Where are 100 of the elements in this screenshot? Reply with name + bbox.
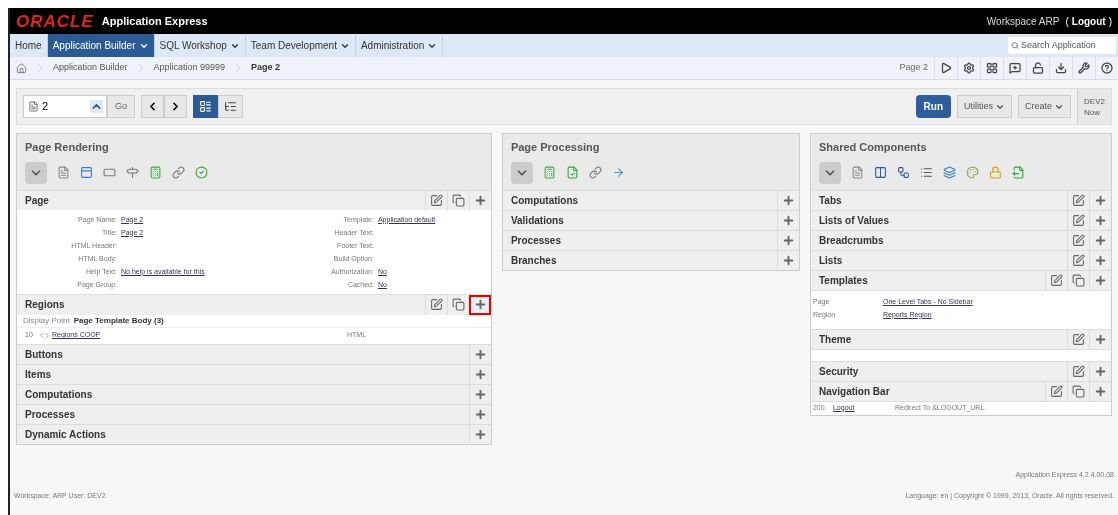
home-icon[interactable] [16, 62, 27, 74]
flow-icon[interactable] [896, 166, 910, 179]
product-name: Application Express [101, 13, 208, 29]
session-text: DEV2 [1084, 95, 1105, 107]
view-mode-button[interactable] [193, 95, 218, 118]
list-icon[interactable] [919, 166, 933, 179]
plus-icon [1094, 365, 1107, 378]
comment-icon[interactable] [1009, 62, 1021, 74]
utilities-button[interactable]: Utilities [957, 95, 1013, 118]
tree-icon [224, 100, 237, 113]
section-title[interactable]: Lists of Values [810, 212, 1067, 228]
page-field[interactable]: 2 [23, 95, 107, 118]
section-title[interactable]: Regions [17, 296, 425, 312]
previous-button[interactable] [141, 95, 164, 118]
section-title[interactable]: Page [17, 192, 425, 208]
plus-icon [473, 388, 487, 401]
section-title[interactable]: Computations [17, 386, 469, 402]
signpost-icon[interactable] [126, 166, 139, 179]
section-title[interactable]: Buttons [17, 346, 469, 362]
copy-icon [451, 194, 465, 207]
edit-icon [1050, 274, 1063, 287]
section-title[interactable]: Computations [502, 192, 777, 208]
download-icon[interactable] [1055, 62, 1067, 74]
chevron-up-icon[interactable] [90, 100, 103, 113]
edit-icon [1072, 365, 1085, 378]
section-title[interactable]: Breadcrumbs [810, 232, 1067, 248]
session-text: Now [1084, 106, 1102, 118]
plus-icon [1094, 385, 1107, 398]
panel-title: Page Rendering [25, 140, 110, 155]
edit-icon [429, 194, 443, 207]
help-icon[interactable] [1101, 62, 1113, 74]
nav-tab[interactable]: Application Builder [47, 34, 155, 57]
page-number: 2 [42, 99, 50, 115]
plus-icon [1094, 254, 1107, 267]
plus-icon [473, 348, 487, 361]
section-title[interactable]: Security [810, 363, 1067, 379]
plus-icon [473, 408, 487, 421]
copy-icon [451, 298, 465, 311]
window-icon[interactable] [80, 166, 93, 179]
section-title[interactable]: Processes [502, 232, 777, 248]
plus-icon [1094, 194, 1107, 207]
collapse-button[interactable] [510, 161, 533, 184]
oracle-logo: ORACLE [16, 12, 94, 30]
region-icon [40, 331, 49, 340]
breadcrumb-link[interactable]: Application 99999 [153, 61, 226, 75]
check-icon[interactable] [195, 166, 208, 179]
plus-icon [781, 194, 795, 207]
go-button[interactable]: Go [107, 95, 135, 118]
section-title[interactable]: Branches [502, 252, 777, 268]
plus-icon [781, 234, 795, 247]
copy-icon [1072, 274, 1085, 287]
display-point-value: Page Template Body (3) [73, 314, 164, 327]
plus-icon [781, 214, 795, 227]
workspace-label: Workspace ARP [986, 14, 1060, 29]
section-title[interactable]: Templates [810, 272, 1045, 288]
plus-icon [1094, 274, 1107, 287]
section-title[interactable]: Navigation Bar [810, 383, 1045, 399]
edit-icon [1072, 333, 1085, 346]
link-icon[interactable] [588, 166, 602, 179]
logout-link[interactable]: Logout [1071, 13, 1106, 29]
list-icon [199, 100, 212, 113]
unlock-icon[interactable] [1032, 62, 1044, 74]
rectangle-icon[interactable] [103, 166, 116, 179]
edit-icon [1072, 234, 1085, 247]
next-button[interactable] [164, 95, 187, 118]
create-button[interactable]: Create [1018, 95, 1072, 118]
paren: ) [1108, 14, 1112, 29]
section-title[interactable]: Dynamic Actions [17, 426, 469, 442]
layers-icon[interactable] [942, 166, 956, 179]
edit-icon [1050, 385, 1063, 398]
grid-icon[interactable] [986, 62, 998, 74]
plus-icon [781, 254, 795, 267]
file-check-icon[interactable] [565, 166, 579, 179]
plus-icon [1094, 333, 1107, 346]
search-field[interactable]: Search Application [1008, 37, 1116, 54]
plus-icon [473, 194, 487, 207]
edit-icon [429, 298, 443, 311]
page-label: Page 2 [899, 61, 928, 75]
run-button[interactable]: Run [915, 95, 952, 118]
section-title[interactable]: Items [17, 366, 469, 382]
collapse-button[interactable] [818, 161, 841, 184]
play-icon[interactable] [940, 62, 952, 74]
plus-icon [1094, 214, 1107, 227]
section-title[interactable]: Lists [810, 252, 1067, 268]
collapse-button[interactable] [25, 161, 47, 184]
section-title[interactable]: Tabs [810, 192, 1067, 208]
section-title[interactable]: Validations [502, 212, 777, 228]
document-icon[interactable] [57, 166, 70, 179]
section-title[interactable]: Processes [17, 406, 469, 422]
document-icon[interactable] [850, 166, 864, 179]
wrench-icon[interactable] [1078, 62, 1090, 74]
link-icon[interactable] [172, 166, 185, 179]
columns-icon[interactable] [873, 166, 887, 179]
copy-icon [1072, 385, 1085, 398]
add-button[interactable] [468, 294, 491, 315]
plus-icon [473, 428, 487, 441]
breadcrumb-link[interactable]: Application Builder [53, 61, 128, 75]
settings-icon[interactable] [963, 62, 975, 74]
plus-icon [473, 298, 487, 311]
section-title[interactable]: Theme [810, 331, 1067, 347]
